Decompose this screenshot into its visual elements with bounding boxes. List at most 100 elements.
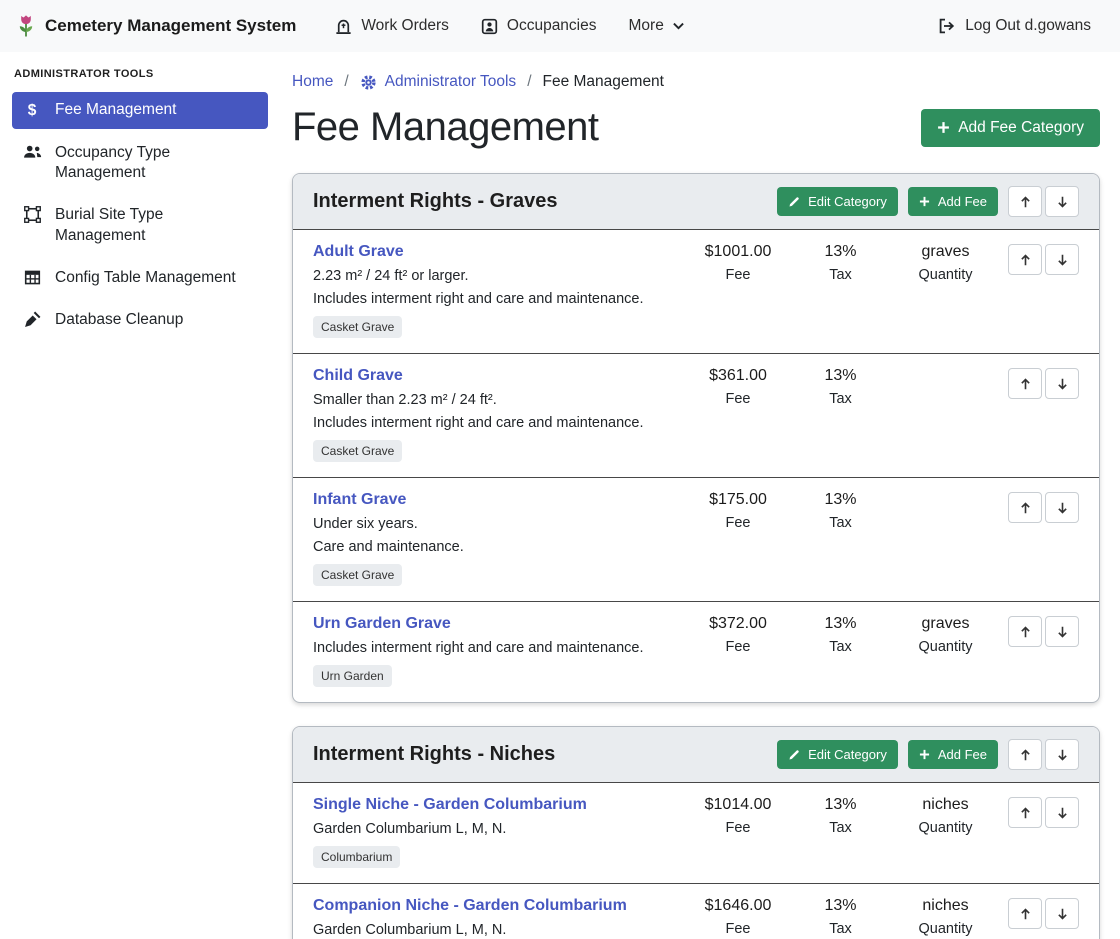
fee-name-link[interactable]: Adult Grave (313, 243, 404, 261)
sidebar-item-occupancy-type[interactable]: Occupancy Type Management (12, 135, 268, 191)
move-fee-up-button[interactable] (1008, 492, 1042, 523)
move-fee-up-button[interactable] (1008, 368, 1042, 399)
page-title: Fee Management (292, 105, 599, 150)
sidebar-item-label: Config Table Management (55, 268, 236, 288)
admin-sidebar: Administrator Tools $ Fee Management Occ… (0, 52, 280, 344)
fee-amount-value: $1646.00 (683, 897, 793, 915)
quantity-label: Quantity (888, 921, 1003, 937)
fee-move-group (1008, 616, 1079, 647)
fee-descriptions: 2.23 m² / 24 ft² or larger.Includes inte… (313, 268, 683, 307)
move-fee-down-button[interactable] (1045, 244, 1079, 275)
quantity-value: niches (888, 897, 1003, 915)
logout-link[interactable]: Log Out d.gowans (925, 9, 1104, 43)
add-fee-category-button[interactable]: Add Fee Category (921, 109, 1100, 147)
nav-work-orders[interactable]: Work Orders (322, 9, 462, 43)
quantity-value: niches (888, 796, 1003, 814)
fee-descriptions: Garden Columbarium L, M, N. (313, 922, 683, 938)
quantity-label: Quantity (888, 820, 1003, 836)
move-fee-down-button[interactable] (1045, 797, 1079, 828)
move-category-down-button[interactable] (1045, 739, 1079, 770)
tax-label: Tax (793, 820, 888, 836)
fee-name-link[interactable]: Child Grave (313, 367, 403, 385)
fee-row: Infant Grave Under six years.Care and ma… (293, 477, 1099, 601)
plus-icon (919, 749, 930, 760)
quantity-label: Quantity (888, 267, 1003, 283)
fee-list: Single Niche - Garden Columbarium Garden… (293, 783, 1099, 939)
add-fee-button[interactable]: Add Fee (908, 740, 998, 769)
nav-occupancies[interactable]: Occupancies (468, 9, 610, 43)
fee-name-link[interactable]: Infant Grave (313, 491, 406, 509)
fee-name-link[interactable]: Single Niche - Garden Columbarium (313, 796, 587, 814)
quantity-value: graves (888, 243, 1003, 261)
move-fee-up-button[interactable] (1008, 898, 1042, 929)
breadcrumb-current: Fee Management (543, 73, 665, 91)
tax-label: Tax (793, 391, 888, 407)
plus-icon (919, 196, 930, 207)
fee-row: Single Niche - Garden Columbarium Garden… (293, 783, 1099, 883)
fee-amount-label: Fee (683, 391, 793, 407)
fee-type-badge: Casket Grave (313, 564, 402, 586)
fee-amount-value: $1001.00 (683, 243, 793, 261)
pencil-icon (788, 749, 800, 761)
move-fee-down-button[interactable] (1045, 616, 1079, 647)
sidebar-item-fee-management[interactable]: $ Fee Management (12, 92, 268, 129)
move-category-up-button[interactable] (1008, 739, 1042, 770)
fee-amount-label: Fee (683, 515, 793, 531)
fee-type-badge: Casket Grave (313, 440, 402, 462)
move-category-up-button[interactable] (1008, 186, 1042, 217)
edit-category-button[interactable]: Edit Category (777, 187, 898, 216)
broom-icon (22, 311, 42, 328)
main-content: Home / Administrator Tools / Fee Managem… (280, 52, 1120, 939)
nav-more[interactable]: More (616, 9, 697, 43)
sidebar-item-label: Database Cleanup (55, 310, 183, 330)
breadcrumb-home-label: Home (292, 73, 333, 91)
sidebar-item-burial-site-type[interactable]: Burial Site Type Management (12, 197, 268, 253)
category-move-group (1008, 186, 1079, 217)
fee-type-badge: Columbarium (313, 846, 400, 868)
fee-name-link[interactable]: Urn Garden Grave (313, 615, 451, 633)
move-fee-down-button[interactable] (1045, 898, 1079, 929)
pencil-icon (788, 196, 800, 208)
fee-descriptions: Under six years.Care and maintenance. (313, 516, 683, 555)
logout-label: Log Out d.gowans (965, 17, 1091, 35)
category-header: Interment Rights - Graves Edit Category … (293, 174, 1099, 230)
move-fee-up-button[interactable] (1008, 616, 1042, 647)
app-title: Cemetery Management System (45, 16, 296, 36)
breadcrumb-separator: / (344, 73, 348, 91)
breadcrumb-admin-tools-label: Administrator Tools (385, 73, 517, 91)
sidebar-item-database-cleanup[interactable]: Database Cleanup (12, 302, 268, 338)
add-fee-button[interactable]: Add Fee (908, 187, 998, 216)
move-fee-up-button[interactable] (1008, 797, 1042, 828)
move-fee-down-button[interactable] (1045, 368, 1079, 399)
move-category-down-button[interactable] (1045, 186, 1079, 217)
edit-category-label: Edit Category (808, 194, 887, 209)
fee-amount-label: Fee (683, 267, 793, 283)
fee-move-group (1008, 244, 1079, 275)
add-fee-label: Add Fee (938, 194, 987, 209)
tax-label: Tax (793, 515, 888, 531)
occupancy-icon (481, 18, 498, 35)
breadcrumb-admin-tools-link[interactable]: Administrator Tools (360, 73, 517, 91)
tax-value: 13% (793, 897, 888, 915)
tax-value: 13% (793, 491, 888, 509)
category-move-group (1008, 739, 1079, 770)
fee-description: Garden Columbarium L, M, N. (313, 821, 683, 837)
breadcrumb-home-link[interactable]: Home (292, 73, 333, 91)
sidebar-item-config-table[interactable]: Config Table Management (12, 260, 268, 296)
fee-description: Includes interment right and care and ma… (313, 291, 683, 307)
fee-description: Under six years. (313, 516, 683, 532)
fee-list: Adult Grave 2.23 m² / 24 ft² or larger.I… (293, 230, 1099, 702)
dollar-icon: $ (22, 101, 42, 121)
fee-name-link[interactable]: Companion Niche - Garden Columbarium (313, 897, 627, 915)
breadcrumb-separator: / (527, 73, 531, 91)
fee-amount-value: $175.00 (683, 491, 793, 509)
move-fee-down-button[interactable] (1045, 492, 1079, 523)
tax-value: 13% (793, 367, 888, 385)
edit-category-button[interactable]: Edit Category (777, 740, 898, 769)
fee-description: Includes interment right and care and ma… (313, 640, 683, 656)
tombstone-icon (335, 18, 352, 35)
tulip-logo-icon (16, 14, 36, 39)
move-fee-up-button[interactable] (1008, 244, 1042, 275)
nav-occupancies-label: Occupancies (507, 17, 597, 35)
table-icon (22, 269, 42, 286)
